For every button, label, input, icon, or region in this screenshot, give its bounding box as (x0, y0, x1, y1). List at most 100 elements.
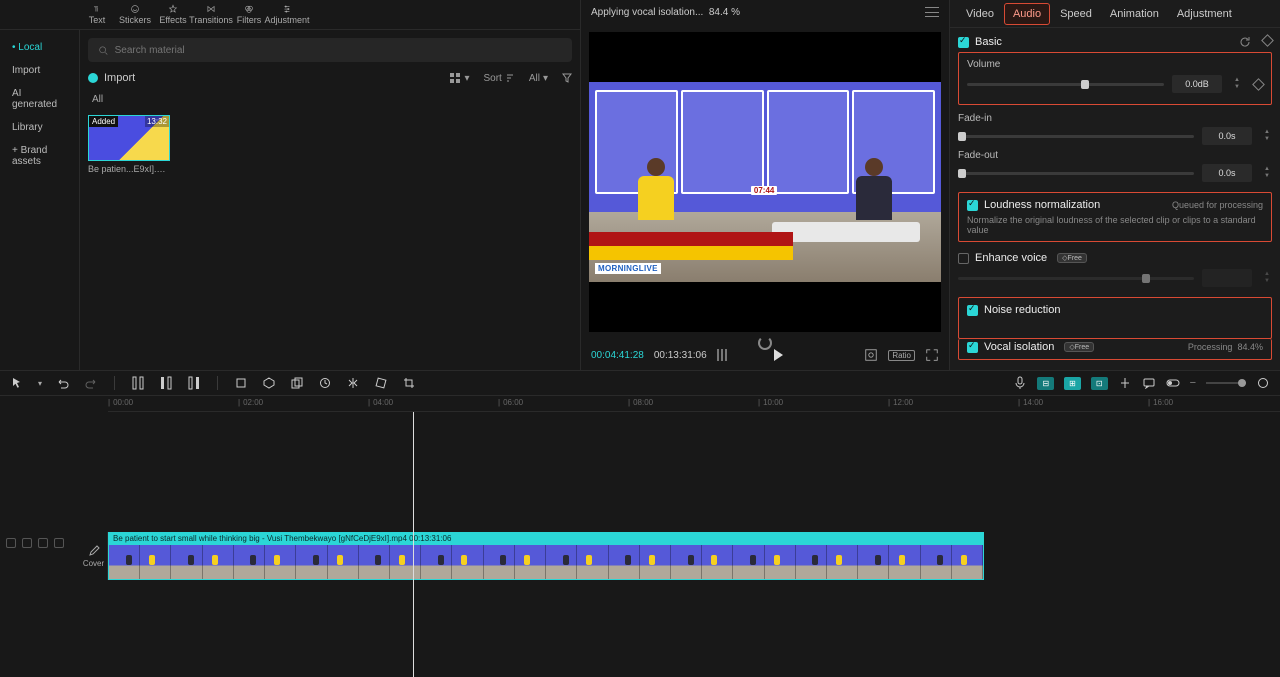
noise-checkbox[interactable] (967, 305, 978, 316)
undo-button[interactable] (56, 376, 70, 390)
track-hide-icon[interactable] (54, 538, 64, 548)
cover-button[interactable]: Cover (80, 532, 108, 580)
fullscreen-icon[interactable] (925, 348, 939, 362)
keyframe-icon[interactable] (1261, 34, 1274, 47)
preview-menu-button[interactable] (925, 7, 939, 17)
overlay-time: 07:44 (751, 186, 777, 195)
playhead[interactable] (413, 412, 414, 677)
fadein-value[interactable]: 0.0s (1202, 127, 1252, 145)
tab-adjustment[interactable]: Adjustment (268, 0, 306, 29)
snap-on-button[interactable]: ⊞ (1064, 377, 1081, 390)
focus-icon[interactable] (864, 348, 878, 362)
ruler-tick: 06:00 (498, 398, 523, 407)
tab-effects[interactable]: Effects (154, 0, 192, 29)
zoom-fit-icon[interactable] (1256, 376, 1270, 390)
fadeout-value[interactable]: 0.0s (1202, 164, 1252, 182)
comment-tool[interactable] (1142, 376, 1156, 390)
loudness-status: Queued for processing (1172, 200, 1263, 210)
tab-transitions[interactable]: Transitions (192, 0, 230, 29)
mask-tool[interactable] (262, 376, 276, 390)
noise-label: Noise reduction (984, 304, 1060, 316)
loudness-section: Loudness normalization Queued for proces… (958, 192, 1272, 242)
timeline-clip[interactable]: Be patient to start small while thinking… (108, 532, 984, 580)
vocal-checkbox[interactable] (967, 342, 978, 353)
ruler-tick: 00:00 (108, 398, 133, 407)
loudness-checkbox[interactable] (967, 200, 978, 211)
search-input[interactable] (115, 45, 562, 56)
track-toggle-icon[interactable] (6, 538, 16, 548)
snap-off-button[interactable]: ⊟ (1037, 377, 1054, 390)
import-button[interactable]: Import (88, 72, 135, 84)
search-input-wrap[interactable] (88, 38, 572, 62)
insp-tab-video[interactable]: Video (958, 4, 1002, 24)
sort-label: Sort (484, 73, 502, 84)
sidebar-library[interactable]: Library (0, 116, 79, 139)
import-dot-icon (88, 73, 98, 83)
insp-tab-animation[interactable]: Animation (1102, 4, 1167, 24)
enhance-stepper: ▲▼ (1262, 271, 1272, 285)
track-lock-icon[interactable] (22, 538, 32, 548)
insp-tab-adjustment[interactable]: Adjustment (1169, 4, 1240, 24)
tab-effects-label: Effects (159, 15, 186, 25)
track-mute-icon[interactable] (38, 538, 48, 548)
fadeout-slider[interactable] (958, 172, 1194, 175)
crop2-tool[interactable] (402, 376, 416, 390)
sidebar-ai[interactable]: AI generated (0, 82, 79, 116)
sidebar-local[interactable]: Local (0, 36, 79, 59)
play-button[interactable] (772, 348, 784, 362)
fadeout-stepper[interactable]: ▲▼ (1262, 166, 1272, 180)
funnel-icon (562, 73, 572, 83)
free-badge: ◇Free (1057, 253, 1087, 263)
enhance-checkbox[interactable] (958, 253, 969, 264)
category-all[interactable]: All (88, 92, 572, 107)
reverse-tool[interactable] (318, 376, 332, 390)
tab-filters-label: Filters (237, 15, 262, 25)
basic-label: Basic (975, 36, 1002, 48)
copy-tool[interactable] (290, 376, 304, 390)
snap-button[interactable]: ⊡ (1091, 377, 1108, 390)
redo-button[interactable] (84, 376, 98, 390)
insp-tab-audio[interactable]: Audio (1004, 3, 1050, 25)
preview-video[interactable]: 07:44 MORNINGLIVE (589, 82, 941, 282)
zoom-out[interactable]: − (1190, 377, 1196, 389)
crop-tool[interactable] (234, 376, 248, 390)
fadein-slider[interactable] (958, 135, 1194, 138)
chevron-down-icon[interactable]: ▾ (38, 379, 42, 388)
volume-value[interactable]: 0.0dB (1172, 75, 1222, 93)
enhance-value (1202, 269, 1252, 287)
mic-icon[interactable] (1013, 376, 1027, 390)
sort-button[interactable]: Sort (484, 73, 515, 84)
reset-icon[interactable] (1239, 36, 1251, 48)
timeline-ruler[interactable]: 00:0002:0004:0006:0008:0010:0012:0014:00… (108, 396, 1280, 412)
mirror-tool[interactable] (346, 376, 360, 390)
tab-text-label: Text (89, 15, 106, 25)
volume-keyframe-icon[interactable] (1252, 78, 1265, 91)
insp-tab-speed[interactable]: Speed (1052, 4, 1100, 24)
tab-text[interactable]: TI Text (78, 0, 116, 29)
ruler-tick: 10:00 (758, 398, 783, 407)
volume-slider[interactable] (967, 83, 1164, 86)
filter-all-button[interactable]: All▾ (529, 73, 548, 84)
media-thumb[interactable]: Added 13:32 Be patien...E9xI].mp4 (88, 115, 170, 174)
split-left-tool[interactable] (159, 376, 173, 390)
import-label: Import (104, 72, 135, 84)
toggle-tool[interactable] (1166, 376, 1180, 390)
view-grid-button[interactable]: ▾ (449, 72, 469, 84)
pointer-tool[interactable] (10, 376, 24, 390)
filter-funnel-button[interactable] (562, 73, 572, 83)
columns-icon[interactable] (717, 349, 727, 361)
volume-stepper[interactable]: ▲▼ (1232, 77, 1242, 91)
fadein-stepper[interactable]: ▲▼ (1262, 129, 1272, 143)
basic-checkbox[interactable] (958, 37, 969, 48)
ratio-button[interactable]: Ratio (888, 350, 915, 361)
rotate-tool[interactable] (374, 376, 388, 390)
zoom-slider[interactable] (1206, 382, 1246, 384)
sidebar-brand[interactable]: Brand assets (0, 139, 79, 173)
split-right-tool[interactable] (187, 376, 201, 390)
tab-stickers[interactable]: Stickers (116, 0, 154, 29)
sidebar-import[interactable]: Import (0, 59, 79, 82)
align-tool[interactable] (1118, 376, 1132, 390)
split-tool[interactable] (131, 376, 145, 390)
tab-stickers-label: Stickers (119, 15, 151, 25)
tab-filters[interactable]: Filters (230, 0, 268, 29)
